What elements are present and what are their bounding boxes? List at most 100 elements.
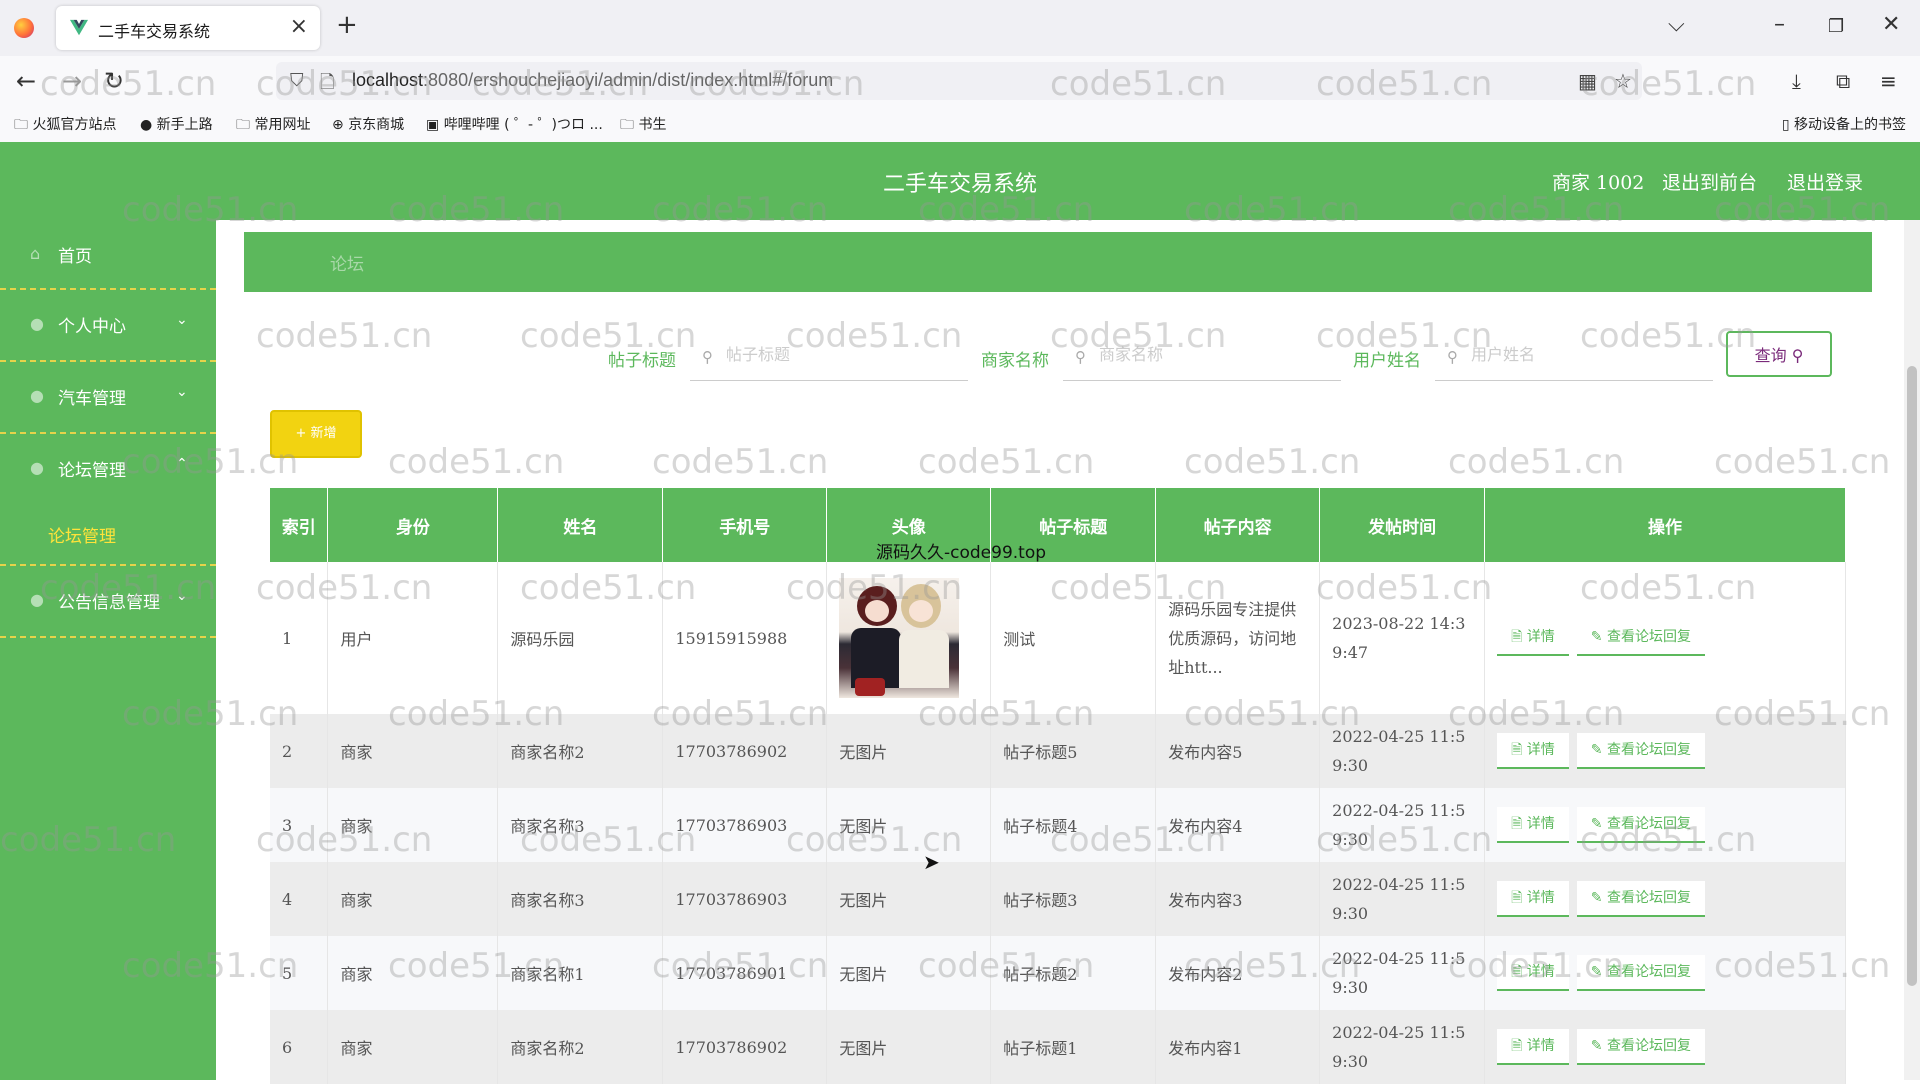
extensions-icon[interactable]: ⧉ [1836, 69, 1850, 93]
view-replies-button[interactable]: ✎ 查看论坛回复 [1576, 1029, 1705, 1065]
firefox-icon[interactable] [14, 18, 34, 38]
qr-code-icon[interactable]: ▦ [1578, 69, 1597, 93]
sidebar-item-personal[interactable]: ● 个人中心 ⌄ [0, 290, 216, 362]
cell-index: 1 [270, 562, 329, 714]
merchant-label: 商家名称 [981, 351, 1049, 371]
breadcrumb-bar: 论坛 [244, 232, 1872, 292]
sidebar-item-label: 公告信息管理 [58, 593, 160, 613]
cell-name: 源码乐园 [497, 562, 664, 714]
cell-actions: 🗎 详情 ✎ 查看论坛回复 [1484, 936, 1846, 1010]
sidebar-item-notice[interactable]: ● 公告信息管理 ⌄ [0, 566, 216, 638]
cell-name: 商家名称1 [497, 936, 664, 1010]
menu-icon[interactable]: ≡ [1880, 69, 1897, 93]
cell-content: 源码乐园专注提供优质源码，访问地址htt... [1155, 562, 1321, 714]
search-icon: ⚲ [1447, 348, 1458, 366]
shield-icon[interactable]: ⛉ [290, 70, 304, 91]
current-user: 商家 1002 [1552, 172, 1645, 194]
cell-name: 商家名称3 [497, 862, 664, 936]
bookmark-item[interactable]: 🗀 常用网址 [236, 114, 310, 138]
cell-avatar [826, 562, 992, 714]
header-actions: 操作 [1484, 488, 1846, 562]
detail-button[interactable]: 🗎 详情 [1497, 733, 1569, 769]
cell-avatar: 无图片 [826, 714, 992, 788]
cell-phone: 17703786903 [662, 788, 828, 862]
table-row: 5 商家 商家名称1 17703786901 无图片 帖子标题2 发布内容2 2… [270, 936, 1846, 1010]
sidebar-item-cars[interactable]: ● 汽车管理 ⌄ [0, 362, 216, 434]
star-icon[interactable]: ☆ [1614, 69, 1632, 93]
query-button-label: 查询 [1754, 346, 1787, 365]
close-window-icon[interactable]: ✕ [1882, 12, 1900, 37]
cell-time: 2022-04-25 11:59:30 [1319, 862, 1486, 936]
avatar-leg [855, 678, 886, 696]
cell-actions: 🗎 详情 ✎ 查看论坛回复 [1484, 788, 1846, 862]
title-search-input[interactable] [724, 344, 958, 365]
new-tab-icon[interactable]: + [336, 10, 358, 40]
cell-content: 发布内容2 [1155, 936, 1321, 1010]
view-replies-button[interactable]: ✎ 查看论坛回复 [1576, 955, 1705, 991]
view-replies-button[interactable]: ✎ 查看论坛回复 [1576, 733, 1705, 769]
cell-title: 帖子标题5 [990, 714, 1157, 788]
cell-role: 商家 [327, 936, 499, 1010]
logout-link[interactable]: 退出登录 [1787, 168, 1863, 195]
chevron-down-icon: ⌄ [176, 384, 188, 400]
detail-button[interactable]: 🗎 详情 [1497, 881, 1569, 917]
view-replies-button[interactable]: ✎ 查看论坛回复 [1576, 881, 1705, 917]
merchant-search-input[interactable] [1097, 344, 1331, 365]
bookmark-item[interactable]: ● 新手上路 [140, 114, 213, 134]
cell-content: 发布内容3 [1155, 862, 1321, 936]
sidebar: ⌂ 首页 ● 个人中心 ⌄ ● 汽车管理 ⌄ ● 论坛管理 ⌃ ● 公告信息管理… [0, 220, 216, 1080]
url-text[interactable]: localhost:8080/ershouchejiaoyi/admin/dis… [352, 70, 833, 91]
sidebar-item-home[interactable]: ⌂ 首页 [0, 220, 216, 290]
sidebar-item-forum[interactable]: ● 论坛管理 ⌃ [0, 434, 216, 488]
minimize-icon[interactable]: – [1774, 12, 1785, 37]
scrollbar[interactable] [1904, 220, 1920, 1080]
browser-tab[interactable]: 二手车交易系统 × [56, 6, 320, 50]
user-search-input[interactable] [1469, 344, 1703, 365]
url-bar[interactable]: ⛉ 🗋 localhost:8080/ershouchejiaoyi/admin… [276, 62, 1642, 100]
back-icon[interactable]: ← [16, 67, 36, 95]
cell-index: 6 [270, 1010, 329, 1084]
mobile-bookmarks[interactable]: ▯ 移动设备上的书签 [1782, 114, 1906, 134]
cell-content: 发布内容1 [1155, 1010, 1321, 1084]
bookmark-item[interactable]: 🗀 书生 [620, 114, 666, 138]
cell-role: 商家 [327, 1010, 499, 1084]
page-icon: 🗋 [320, 72, 335, 93]
tab-title: 二手车交易系统 [98, 22, 211, 41]
chevron-down-icon: ⌄ [176, 312, 188, 328]
back-to-front-link[interactable]: 退出到前台 [1662, 168, 1757, 195]
chevron-down-icon: ⌄ [176, 588, 188, 604]
cell-time: 2022-04-25 11:59:30 [1319, 714, 1486, 788]
user-search-field[interactable]: ⚲ [1435, 336, 1713, 381]
breadcrumb[interactable]: 论坛 [330, 250, 364, 275]
restore-icon[interactable]: ❐ [1828, 16, 1844, 37]
query-button[interactable]: 查询 ⚲ [1726, 331, 1832, 377]
merchant-search-field[interactable]: ⚲ [1063, 336, 1341, 381]
cell-role: 商家 [327, 714, 499, 788]
cell-title: 帖子标题1 [990, 1010, 1157, 1084]
reload-icon[interactable]: ↻ [104, 67, 124, 95]
detail-button[interactable]: 🗎 详情 [1497, 1029, 1569, 1065]
tab-list-icon[interactable]: ⌵ [1668, 12, 1685, 37]
scrollbar-thumb[interactable] [1907, 366, 1917, 986]
user-icon: ● [30, 386, 44, 405]
bookmark-item[interactable]: 🗀 火狐官方站点 [14, 114, 116, 138]
bookmark-item[interactable]: ⊕ 京东商城 [332, 114, 404, 134]
sidebar-subitem-forum-manage[interactable]: 论坛管理 [48, 522, 116, 547]
forward-icon[interactable]: → [62, 67, 82, 95]
detail-button[interactable]: 🗎 详情 [1497, 620, 1569, 656]
sidebar-item-label: 个人中心 [58, 317, 126, 337]
view-replies-button[interactable]: ✎ 查看论坛回复 [1576, 620, 1705, 656]
bookmark-item[interactable]: ▣ 哔哩哔哩 ( ゜- ゜)つロ ... [426, 114, 603, 134]
cell-avatar: 无图片 [826, 1010, 992, 1084]
search-icon: ⚲ [1075, 348, 1086, 366]
detail-button[interactable]: 🗎 详情 [1497, 807, 1569, 843]
view-replies-button[interactable]: ✎ 查看论坛回复 [1576, 807, 1705, 843]
cell-time: 2022-04-25 11:59:30 [1319, 788, 1486, 862]
close-tab-icon[interactable]: × [290, 14, 308, 39]
download-icon[interactable]: ⤓ [1792, 69, 1801, 93]
detail-button[interactable]: 🗎 详情 [1497, 955, 1569, 991]
title-search-field[interactable]: ⚲ [690, 336, 968, 381]
table-row: 4 商家 商家名称3 17703786903 无图片 帖子标题3 发布内容3 2… [270, 862, 1846, 936]
add-button[interactable]: + 新增 [270, 410, 362, 458]
cell-actions: 🗎 详情 ✎ 查看论坛回复 [1484, 562, 1846, 714]
